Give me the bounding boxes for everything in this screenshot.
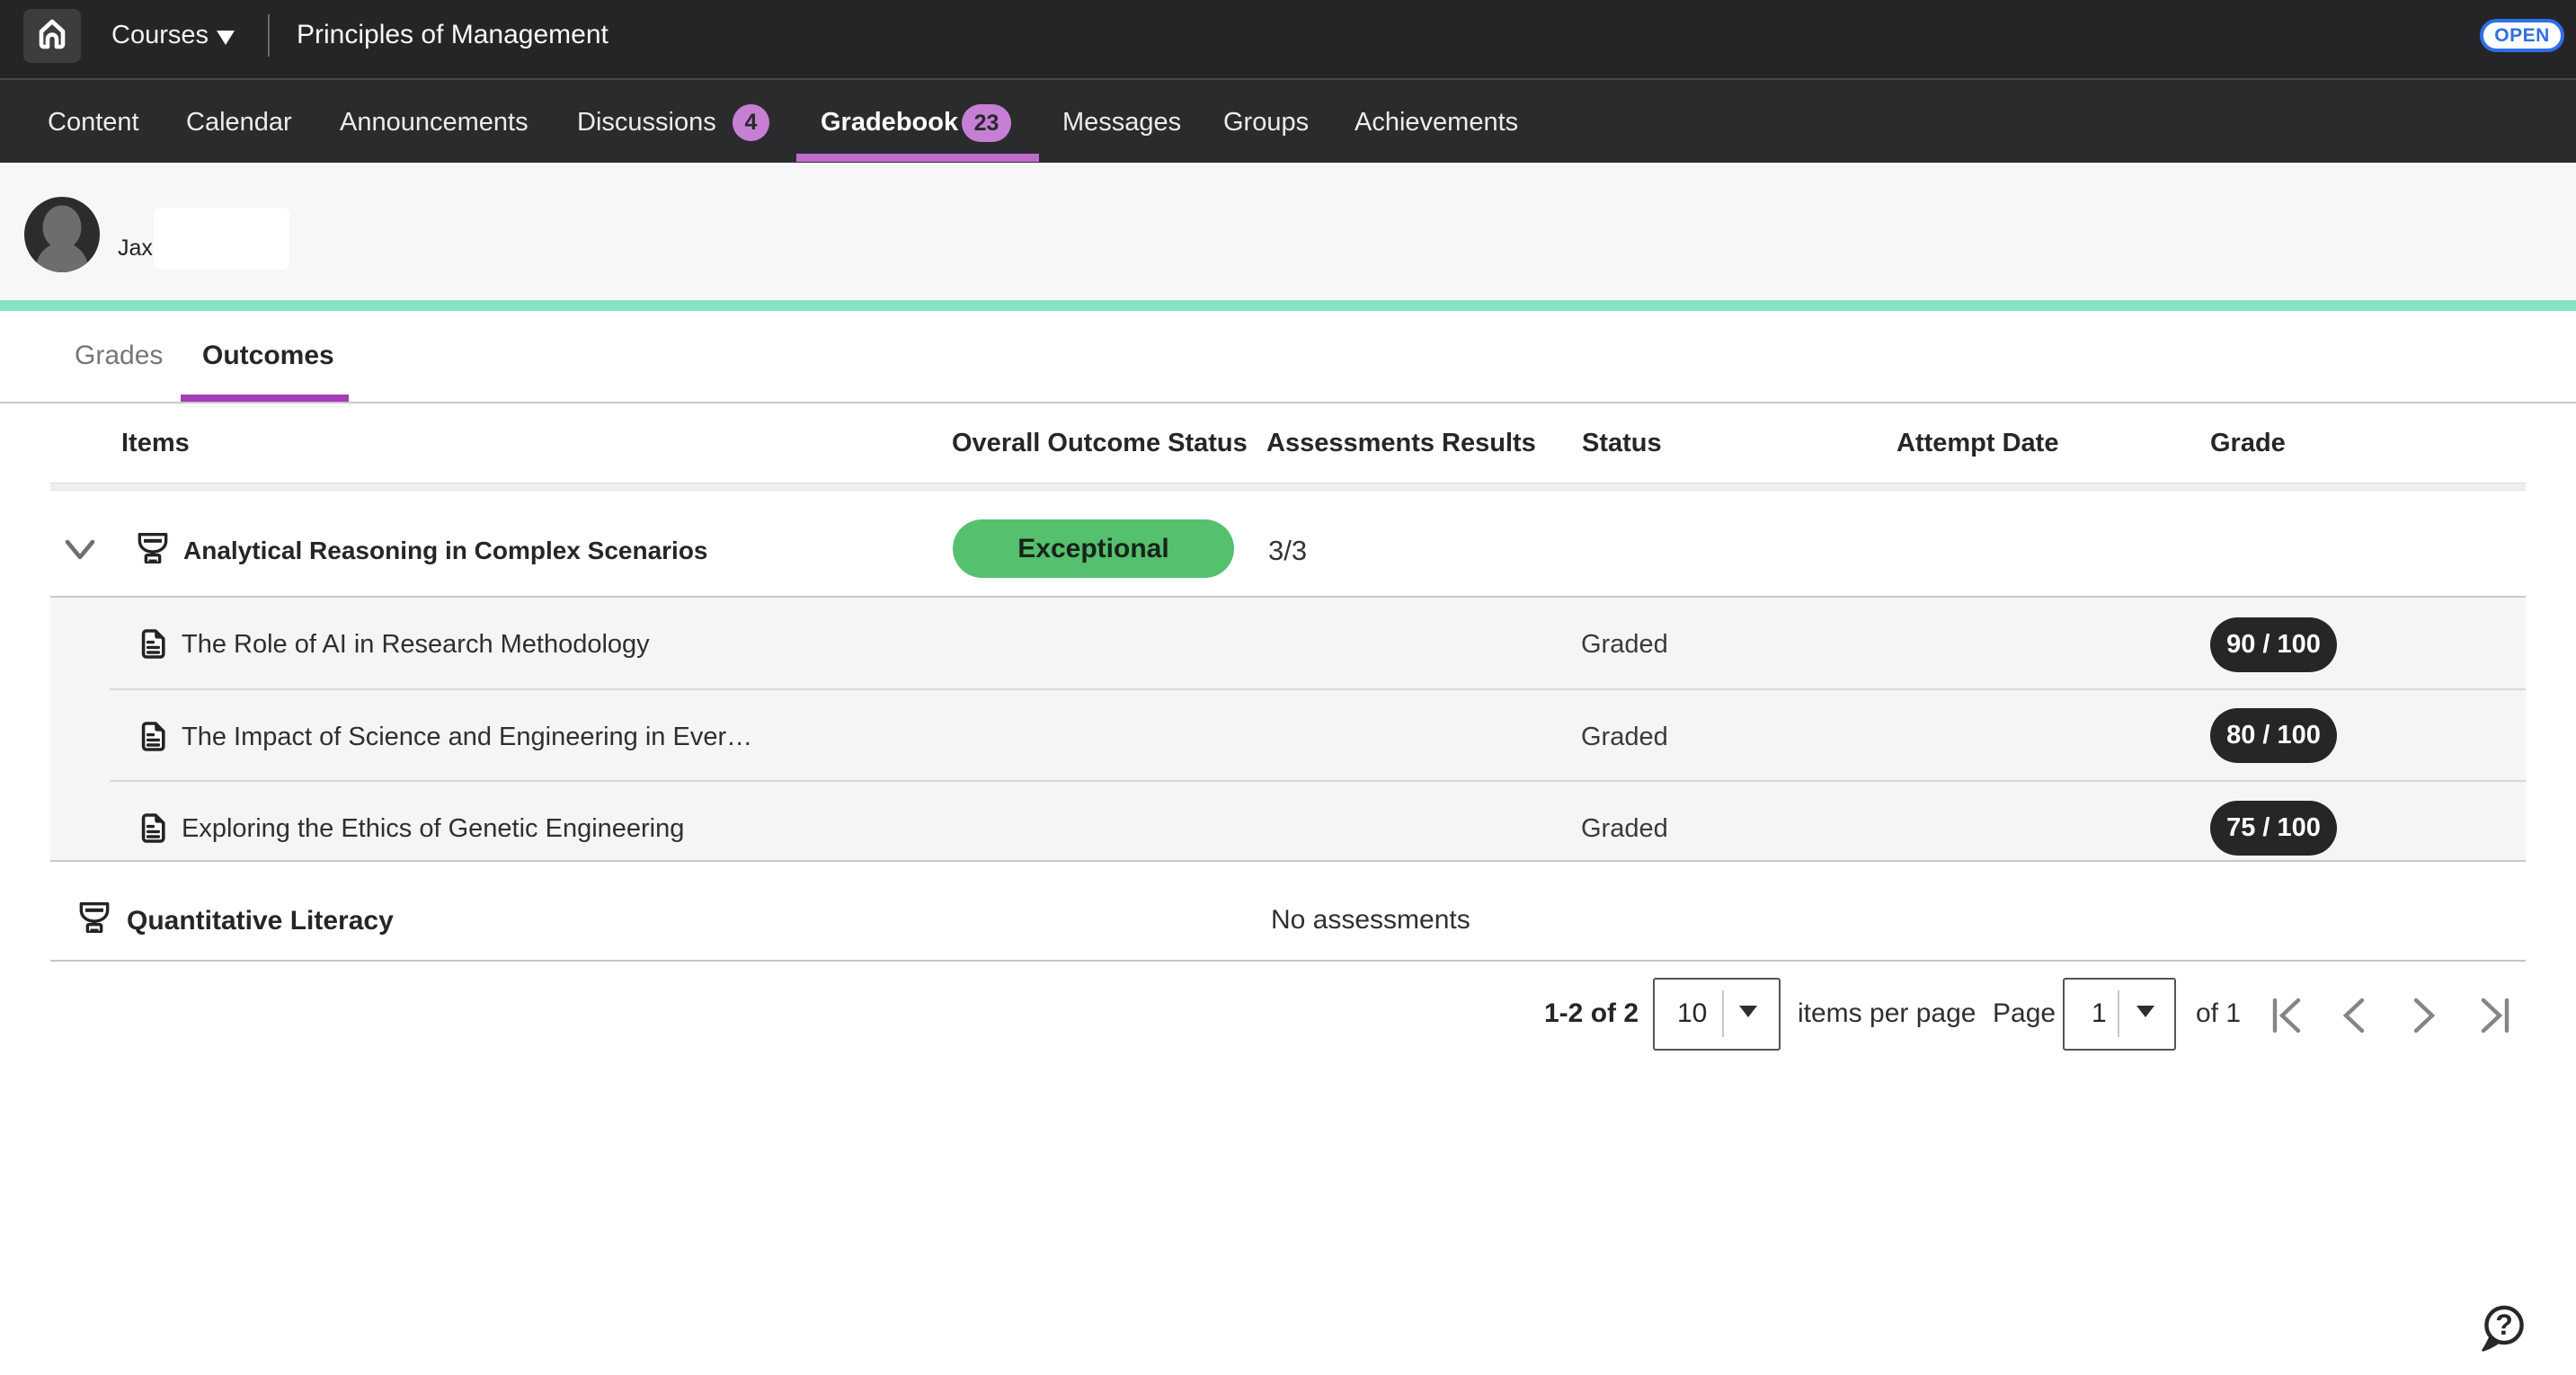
svg-text:?: ?: [2495, 1308, 2513, 1341]
